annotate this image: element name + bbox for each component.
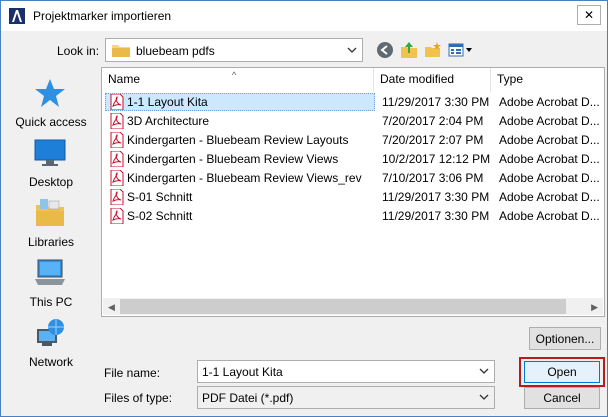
open-button-label: Open: [547, 365, 577, 379]
file-row[interactable]: Kindergarten - Bluebeam Review Views_rev…: [103, 169, 603, 188]
file-name: 3D Architecture: [127, 114, 210, 128]
title-bar: Projektmarker importieren ✕: [1, 1, 607, 31]
file-name: S-01 Schnitt: [127, 190, 193, 204]
file-date: 7/20/2017 2:04 PM: [382, 114, 484, 128]
file-type: Adobe Acrobat D...: [499, 209, 600, 223]
place-label: Quick access: [15, 115, 87, 129]
pdf-file-icon: [110, 132, 124, 148]
column-label: Date modified: [380, 72, 455, 86]
window-title: Projektmarker importieren: [33, 9, 172, 23]
look-in-value: bluebeam pdfs: [136, 44, 215, 58]
this-pc-icon: [35, 259, 65, 285]
file-date: 7/10/2017 3:06 PM: [382, 171, 484, 185]
file-row[interactable]: S-01 Schnitt 11/29/2017 3:30 PM Adobe Ac…: [103, 188, 603, 207]
pdf-file-icon: [110, 151, 124, 167]
chevron-down-icon[interactable]: [478, 365, 490, 377]
files-of-type-label: Files of type:: [104, 391, 173, 405]
column-header-type[interactable]: Type: [491, 68, 604, 92]
file-row[interactable]: S-02 Schnitt 11/29/2017 3:30 PM Adobe Ac…: [103, 207, 603, 226]
places-bar: Quick access Desktop Libraries This PC N…: [7, 67, 93, 375]
look-in-label: Look in:: [57, 44, 100, 58]
file-name-input[interactable]: 1-1 Layout Kita: [197, 360, 495, 383]
chevron-down-icon: [479, 394, 489, 400]
file-type: Adobe Acrobat D...: [499, 95, 600, 109]
new-folder-button[interactable]: [422, 39, 444, 61]
up-folder-icon: [401, 42, 417, 58]
file-list[interactable]: ^ Name Date modified Type 1-1 Layout Kit…: [101, 67, 605, 317]
file-date: 10/2/2017 12:12 PM: [382, 152, 491, 166]
file-name-value: 1-1 Layout Kita: [202, 365, 283, 379]
options-button[interactable]: Optionen...: [529, 327, 601, 350]
file-row[interactable]: 3D Architecture 7/20/2017 2:04 PM Adobe …: [103, 112, 603, 131]
place-label: Desktop: [28, 175, 74, 189]
file-date: 11/29/2017 3:30 PM: [382, 209, 490, 223]
scroll-right-arrow-icon[interactable]: ▶: [591, 302, 598, 313]
pdf-file-icon: [110, 113, 124, 129]
view-menu-button[interactable]: [447, 39, 475, 61]
pdf-file-icon: [110, 189, 124, 205]
file-type: Adobe Acrobat D...: [499, 152, 600, 166]
file-name: Kindergarten - Bluebeam Review Views_rev: [127, 171, 362, 185]
file-name: Kindergarten - Bluebeam Review Views: [127, 152, 339, 166]
file-row[interactable]: Kindergarten - Bluebeam Review Views 10/…: [103, 150, 603, 169]
column-header-name[interactable]: ^ Name: [102, 68, 374, 92]
app-icon: [9, 8, 25, 24]
place-label: This PC: [29, 295, 73, 309]
file-type: Adobe Acrobat D...: [499, 133, 600, 147]
pdf-file-icon: [110, 208, 124, 224]
place-this-pc[interactable]: This PC: [7, 257, 93, 313]
cancel-button-label: Cancel: [543, 391, 581, 405]
column-label: Type: [497, 72, 524, 86]
pdf-file-icon: [110, 94, 124, 110]
horizontal-scrollbar[interactable]: ◀ ▶: [103, 298, 603, 315]
files-of-type-dropdown[interactable]: PDF Datei (*.pdf): [197, 386, 495, 409]
scroll-left-arrow-icon[interactable]: ◀: [108, 302, 115, 313]
close-button[interactable]: ✕: [577, 5, 601, 25]
view-menu-icon: [448, 43, 472, 57]
pdf-file-icon: [110, 170, 124, 186]
place-libraries[interactable]: Libraries: [7, 197, 93, 253]
file-date: 11/29/2017 3:30 PM: [382, 95, 490, 109]
up-folder-button[interactable]: [398, 39, 420, 61]
column-label: Name: [108, 72, 141, 86]
place-label: Network: [28, 355, 73, 369]
network-icon: [37, 319, 64, 346]
place-network[interactable]: Network: [7, 317, 93, 373]
place-desktop[interactable]: Desktop: [7, 137, 93, 193]
file-name: S-02 Schnitt: [127, 209, 193, 223]
folder-icon: [112, 45, 130, 57]
close-icon: ✕: [583, 8, 595, 22]
file-open-dialog: Projektmarker importieren ✕ Look in: blu…: [0, 0, 608, 417]
file-name: Kindergarten - Bluebeam Review Layouts: [127, 133, 349, 147]
chevron-down-icon: [347, 47, 357, 53]
options-button-label: Optionen...: [535, 331, 595, 346]
file-name-label: File name:: [104, 366, 161, 380]
sort-ascending-icon: ^: [232, 70, 237, 80]
open-button[interactable]: Open: [524, 361, 600, 383]
file-type: Adobe Acrobat D...: [499, 171, 600, 185]
cancel-button[interactable]: Cancel: [524, 387, 600, 409]
column-header-date[interactable]: Date modified: [374, 68, 491, 92]
place-label: Libraries: [27, 235, 75, 249]
libraries-icon: [36, 199, 64, 226]
file-date: 7/20/2017 2:07 PM: [382, 133, 484, 147]
new-folder-icon: [425, 42, 441, 57]
file-date: 11/29/2017 3:30 PM: [382, 190, 490, 204]
file-name: 1-1 Layout Kita: [127, 95, 208, 109]
quick-access-star-icon: [35, 79, 65, 107]
file-row[interactable]: Kindergarten - Bluebeam Review Layouts 7…: [103, 131, 603, 150]
back-icon: [377, 42, 393, 58]
look-in-dropdown[interactable]: bluebeam pdfs: [105, 38, 363, 62]
file-type: Adobe Acrobat D...: [499, 114, 600, 128]
place-quick-access[interactable]: Quick access: [7, 77, 93, 133]
desktop-icon: [34, 139, 66, 166]
file-row[interactable]: 1-1 Layout Kita 11/29/2017 3:30 PM Adobe…: [103, 93, 603, 112]
back-button[interactable]: [374, 39, 396, 61]
files-of-type-value: PDF Datei (*.pdf): [202, 391, 294, 405]
scrollbar-thumb[interactable]: [120, 299, 566, 314]
file-type: Adobe Acrobat D...: [499, 190, 600, 204]
